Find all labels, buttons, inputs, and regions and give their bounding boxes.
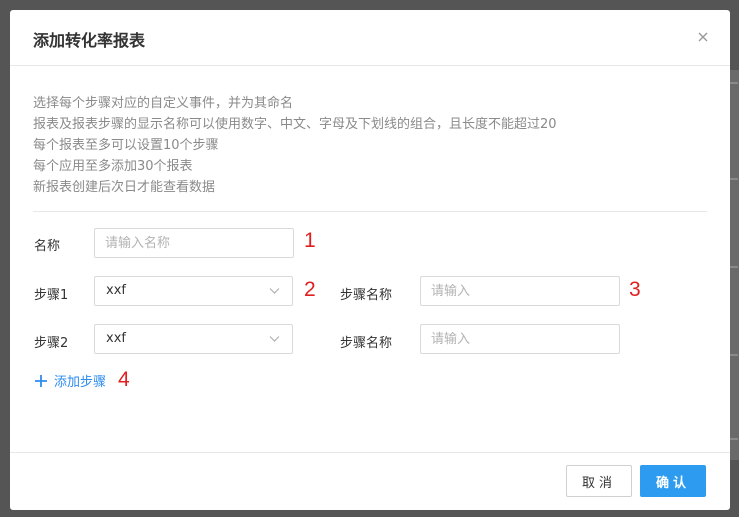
step-2-name-input[interactable]: [420, 324, 620, 354]
cancel-button[interactable]: 取消: [566, 465, 632, 497]
chevron-down-icon: [269, 336, 280, 342]
confirm-button[interactable]: 确认: [640, 465, 706, 497]
add-step-button[interactable]: 添加步骤: [34, 371, 106, 390]
step-1-selected-event: xxf: [106, 283, 126, 298]
step-1-name-label: 步骤名称: [340, 288, 393, 303]
report-name-label: 名称: [34, 239, 61, 254]
description-line: 每个应用至多添加30个报表: [33, 159, 193, 174]
dialog-title: 添加转化率报表: [33, 31, 146, 50]
annotation-number: 2: [304, 278, 316, 301]
dialog-header: 添加转化率报表: [10, 10, 730, 66]
description-line: 新报表创建后次日才能查看数据: [33, 180, 216, 195]
background-text-fragment: [730, 438, 738, 440]
step-1-name-input[interactable]: [420, 276, 620, 306]
description-line: 报表及报表步骤的显示名称可以使用数字、中文、字母及下划线的组合，且长度不能超过2…: [33, 117, 557, 132]
step-2-label: 步骤2: [34, 336, 69, 351]
add-step-label: 添加步骤: [54, 375, 107, 390]
step-1-label: 步骤1: [34, 288, 69, 303]
description-line: 选择每个步骤对应的自定义事件，并为其命名: [33, 96, 294, 111]
description-line: 每个报表至多可以设置10个步骤: [33, 138, 219, 153]
description-block: 选择每个步骤对应的自定义事件，并为其命名 报表及报表步骤的显示名称可以使用数字、…: [33, 93, 557, 198]
close-icon: [698, 32, 708, 42]
section-divider: [33, 211, 707, 212]
add-conversion-report-dialog: 添加转化率报表 选择每个步骤对应的自定义事件，并为其命名 报表及报表步骤的显示名…: [10, 10, 730, 510]
plus-icon: [35, 374, 47, 387]
step-1-event-select[interactable]: xxf: [94, 276, 293, 306]
close-button[interactable]: [694, 28, 712, 46]
step-2-selected-event: xxf: [106, 331, 126, 346]
background-text-fragment: [730, 82, 738, 84]
annotation-number: 1: [304, 229, 316, 252]
step-2-event-select[interactable]: xxf: [94, 324, 293, 354]
annotation-number: 3: [629, 278, 641, 301]
footer-divider: [10, 452, 730, 453]
background-text-fragment: [730, 178, 738, 180]
background-text-fragment: [730, 266, 738, 268]
annotation-number: 4: [118, 368, 130, 391]
background-text-fragment: [730, 354, 738, 356]
step-2-name-label: 步骤名称: [340, 336, 393, 351]
report-name-input[interactable]: [94, 228, 294, 258]
chevron-down-icon: [269, 288, 280, 294]
